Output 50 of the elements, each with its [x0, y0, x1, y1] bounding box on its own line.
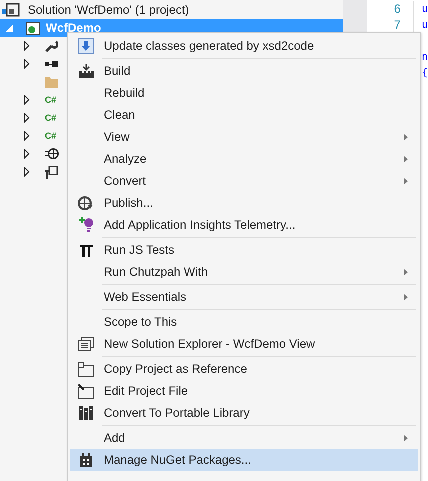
- package-icon: [80, 453, 92, 467]
- web-project-icon: [26, 22, 40, 34]
- expand-arrow-icon[interactable]: [24, 41, 30, 51]
- submenu-arrow-icon: [404, 435, 408, 442]
- menu-item[interactable]: Manage NuGet Packages...: [70, 449, 418, 471]
- menu-item[interactable]: Add Application Insights Telemetry...: [70, 214, 418, 236]
- expand-arrow-icon[interactable]: [24, 149, 30, 159]
- expand-arrow-icon[interactable]: [24, 95, 30, 105]
- lightbulb-plus-icon: [78, 217, 94, 233]
- submenu-arrow-icon: [404, 178, 408, 185]
- expand-arrow-icon[interactable]: [24, 113, 30, 123]
- books-icon: [79, 406, 93, 420]
- solution-icon: [2, 3, 20, 17]
- solution-label[interactable]: Solution 'WcfDemo' (1 project): [28, 3, 190, 17]
- menu-item[interactable]: Convert: [70, 170, 418, 192]
- csharp-icon: C#: [45, 131, 57, 141]
- menu-item[interactable]: Convert To Portable Library: [70, 402, 418, 424]
- menu-item[interactable]: View: [70, 126, 418, 148]
- pi-icon: [80, 244, 92, 256]
- menu-item[interactable]: Add: [70, 427, 418, 449]
- expand-arrow-icon[interactable]: [24, 131, 30, 141]
- expand-arrow-icon[interactable]: [24, 167, 30, 177]
- menu-item[interactable]: Clean: [70, 104, 418, 126]
- references-icon: [45, 60, 58, 68]
- globe-arrow-icon: [78, 196, 94, 210]
- menu-item[interactable]: Rebuild: [70, 82, 418, 104]
- menu-item[interactable]: Analyze: [70, 148, 418, 170]
- window-list-icon: [78, 337, 94, 351]
- globe-icon: [45, 148, 59, 160]
- csharp-icon: C#: [45, 95, 57, 105]
- menu-item[interactable]: New Solution Explorer - WcfDemo View: [70, 333, 418, 355]
- submenu-arrow-icon: [404, 294, 408, 301]
- wrench-icon: [45, 40, 58, 52]
- menu-item[interactable]: Edit Project File: [70, 380, 418, 402]
- code-line: 6 u: [366, 1, 428, 17]
- submenu-arrow-icon: [404, 269, 408, 276]
- menu-item[interactable]: Copy Project as Reference: [70, 358, 418, 380]
- build-icon: [78, 64, 94, 78]
- menu-item[interactable]: Run Chutzpah With: [70, 261, 418, 283]
- menu-item[interactable]: Publish...: [70, 192, 418, 214]
- menu-item[interactable]: Scope to This: [70, 311, 418, 333]
- expand-arrow-icon[interactable]: [24, 59, 30, 69]
- menu-item[interactable]: Run JS Tests: [70, 239, 418, 261]
- csharp-icon: C#: [45, 113, 57, 123]
- submenu-arrow-icon: [404, 156, 408, 163]
- menu-item[interactable]: Web Essentials: [70, 286, 418, 308]
- window-pencil-icon: [78, 384, 94, 398]
- window-icon: [78, 362, 94, 376]
- submenu-arrow-icon: [404, 134, 408, 141]
- config-icon: [45, 166, 58, 178]
